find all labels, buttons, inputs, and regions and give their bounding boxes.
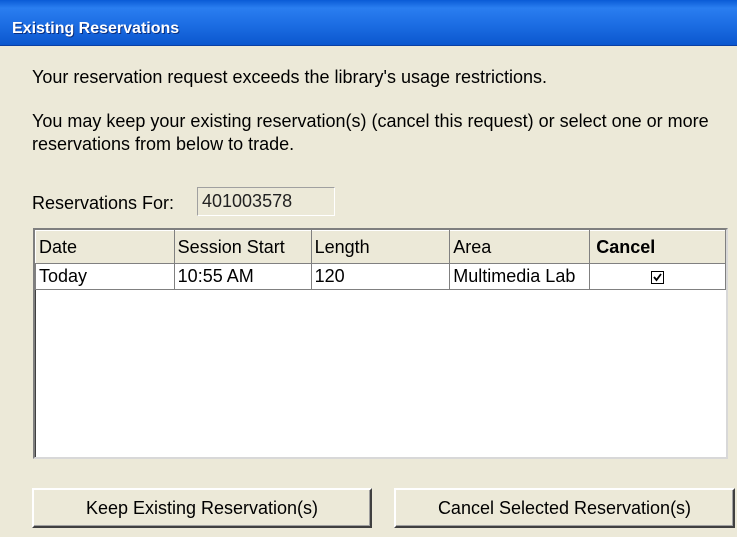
column-header-length[interactable]: Length [310, 230, 451, 264]
column-header-session-start[interactable]: Session Start [173, 230, 312, 264]
column-header-area[interactable]: Area [449, 230, 591, 264]
column-header-date[interactable]: Date [35, 230, 175, 264]
reservations-for-value: 401003578 [197, 187, 335, 216]
restriction-message: Your reservation request exceeds the lib… [32, 67, 548, 87]
options-message: You may keep your existing reservation(s… [32, 111, 709, 154]
window-title: Existing Reservations [12, 20, 180, 37]
cell-area: Multimedia Lab [449, 263, 591, 290]
cell-cancel [589, 263, 726, 290]
checkmark-icon [653, 273, 662, 282]
table-header-row: Date Session Start Length Area Cancel [35, 230, 726, 264]
reservations-grid[interactable]: Date Session Start Length Area Cancel To… [33, 228, 728, 459]
cancel-checkbox[interactable] [651, 270, 665, 284]
keep-existing-reservations-button[interactable]: Keep Existing Reservation(s) [32, 488, 372, 528]
cancel-selected-reservations-button[interactable]: Cancel Selected Reservation(s) [394, 488, 735, 528]
table-row[interactable]: Today 10:55 AM 120 Multimedia Lab [35, 263, 726, 290]
column-header-cancel[interactable]: Cancel [589, 230, 726, 264]
reservations-table: Date Session Start Length Area Cancel To… [35, 230, 726, 290]
cell-session-start: 10:55 AM [173, 263, 312, 290]
cell-date: Today [35, 263, 175, 290]
reservations-for-label: Reservations For: [32, 193, 175, 213]
cell-length: 120 [310, 263, 451, 290]
title-bar[interactable]: Existing Reservations [0, 0, 737, 46]
